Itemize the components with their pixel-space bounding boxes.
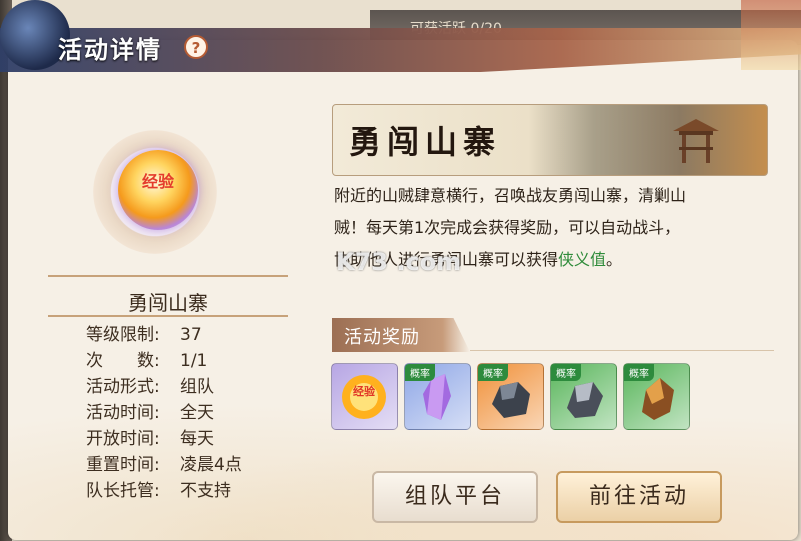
activity-name: 勇闯山寨	[128, 291, 208, 315]
pavilion-icon	[673, 119, 719, 163]
watermark: K73 .com	[336, 248, 462, 276]
dark-ore-reward-item[interactable]: 概率	[477, 363, 544, 430]
info-row-time: 活动时间: 全天	[86, 403, 214, 423]
probability-tag: 概率	[478, 364, 508, 381]
info-row-times: 次 数: 1/1	[86, 351, 208, 371]
activity-info-list: 等级限制: 37 次 数: 1/1 活动形式: 组队 活动时间: 全天 开放时间: 每天 …	[86, 322, 242, 504]
emblem-text: 经验	[141, 172, 174, 191]
go-to-activity-button[interactable]: 前往活动	[556, 471, 722, 523]
probability-tag: 概率	[551, 364, 581, 381]
info-row-form: 活动形式: 组队	[86, 377, 214, 397]
team-platform-button[interactable]: 组队平台	[372, 471, 538, 523]
probability-tag: 概率	[405, 364, 435, 381]
banner-title: 勇闯山寨	[349, 123, 502, 161]
activity-emblem-icon: 经验	[118, 150, 198, 230]
divider-bottom	[48, 315, 288, 317]
divider-top	[48, 275, 288, 277]
help-button[interactable]: ?	[184, 35, 208, 59]
activity-banner: 勇闯山寨	[332, 104, 768, 176]
highlight-text: 侠义值	[558, 250, 607, 269]
svg-text:经验: 经验	[353, 384, 376, 398]
amber-ore-reward-item[interactable]: 概率	[623, 363, 690, 430]
panel-title: 活动详情	[58, 36, 162, 64]
panel-header: 活动详情 ?	[0, 0, 801, 80]
rewards-divider	[470, 350, 774, 351]
info-row-open: 开放时间: 每天	[86, 429, 214, 449]
purple-crystal-reward-item[interactable]: 概率	[404, 363, 471, 430]
probability-tag: 概率	[624, 364, 654, 381]
info-row-leader: 队长托管: 不支持	[86, 481, 231, 501]
reward-items: 经验 概率 概率 概率 概率	[331, 363, 690, 430]
rewards-header: 活动奖励	[332, 318, 470, 352]
info-row-level: 等级限制: 37	[86, 325, 202, 345]
info-row-reset: 重置时间: 凌晨4点	[86, 455, 242, 475]
banner-decoration-icon	[741, 0, 801, 70]
experience-reward-item[interactable]: 经验	[331, 363, 398, 430]
grey-ore-reward-item[interactable]: 概率	[550, 363, 617, 430]
experience-orb-icon: 经验	[342, 375, 386, 419]
